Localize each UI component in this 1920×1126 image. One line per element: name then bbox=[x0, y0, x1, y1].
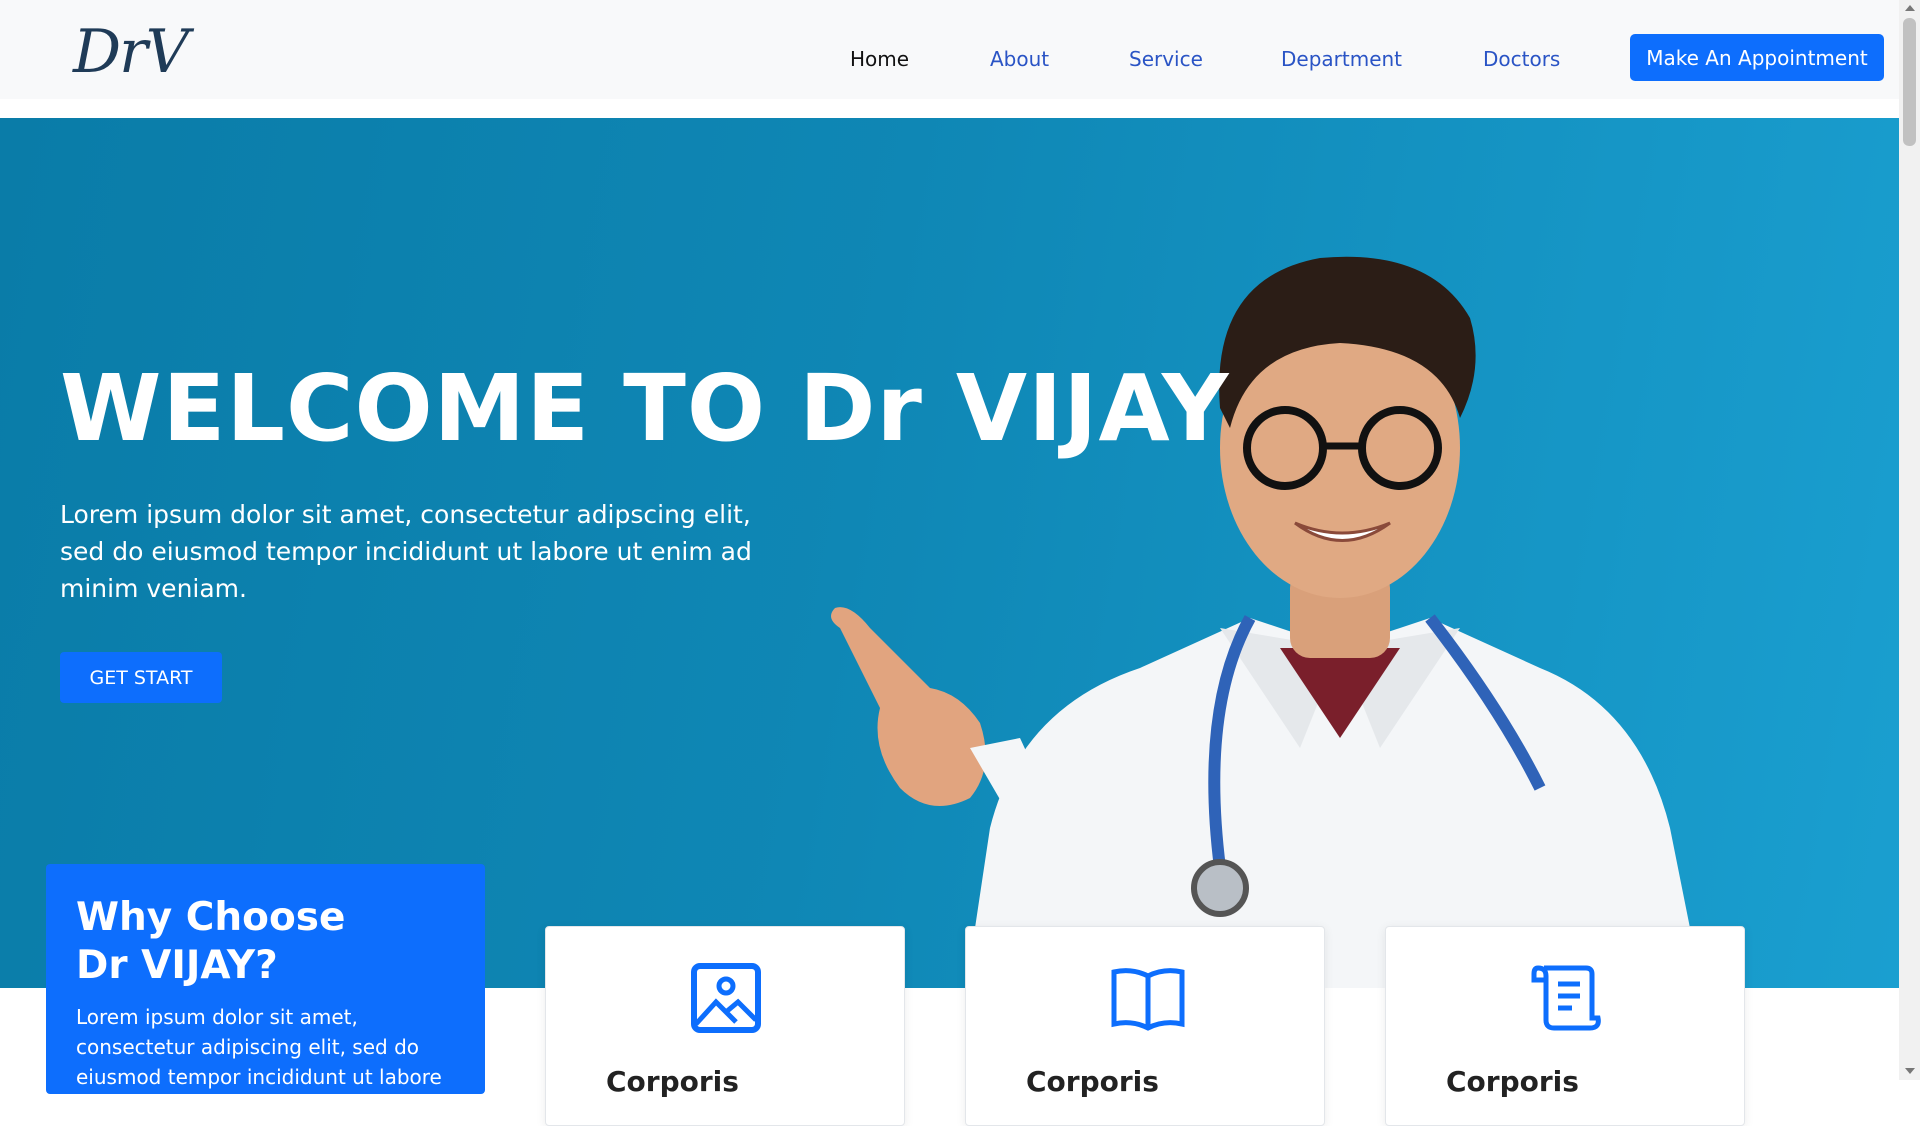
nav-department[interactable]: Department bbox=[1281, 47, 1402, 71]
site-header: DrV Home About Service Department Doctor… bbox=[0, 0, 1899, 99]
image-icon bbox=[691, 963, 761, 1033]
nav-about[interactable]: About bbox=[990, 47, 1049, 71]
why-choose-title: Why Choose Dr VIJAY? bbox=[76, 895, 346, 988]
hero-description: Lorem ipsum dolor sit amet, consectetur … bbox=[60, 500, 752, 603]
card-title: Corporis bbox=[1026, 1065, 1159, 1098]
make-appointment-button[interactable]: Make An Appointment bbox=[1630, 34, 1884, 81]
nav-service[interactable]: Service bbox=[1129, 47, 1203, 71]
why-choose-text: Lorem ipsum dolor sit amet, consectetur … bbox=[76, 1005, 442, 1089]
nav-home[interactable]: Home bbox=[850, 47, 909, 71]
feature-card[interactable]: Corporis bbox=[1385, 926, 1745, 1126]
doctor-illustration bbox=[831, 256, 1702, 988]
card-title: Corporis bbox=[606, 1065, 739, 1098]
scroll-thumb[interactable] bbox=[1903, 18, 1916, 146]
scroll-up-arrow-icon[interactable] bbox=[1905, 5, 1915, 11]
hero-title: WELCOME TO Dr VIJAY bbox=[60, 355, 1230, 462]
get-start-button[interactable]: GET START bbox=[60, 652, 222, 703]
page-scrollbar[interactable] bbox=[1899, 0, 1920, 1080]
scroll-down-arrow-icon[interactable] bbox=[1905, 1068, 1915, 1074]
feature-card[interactable]: Corporis bbox=[545, 926, 905, 1126]
scroll-icon bbox=[1531, 965, 1601, 1031]
feature-card[interactable]: Corporis bbox=[965, 926, 1325, 1126]
book-icon bbox=[1111, 968, 1185, 1031]
card-title: Corporis bbox=[1446, 1065, 1579, 1098]
why-choose-box: Why Choose Dr VIJAY? Lorem ipsum dolor s… bbox=[46, 864, 485, 1094]
main-nav: Home About Service Department Doctors Ma… bbox=[0, 0, 1899, 99]
nav-doctors[interactable]: Doctors bbox=[1483, 47, 1560, 71]
hero-section: WELCOME TO Dr VIJAY Lorem ipsum dolor si… bbox=[0, 118, 1899, 988]
